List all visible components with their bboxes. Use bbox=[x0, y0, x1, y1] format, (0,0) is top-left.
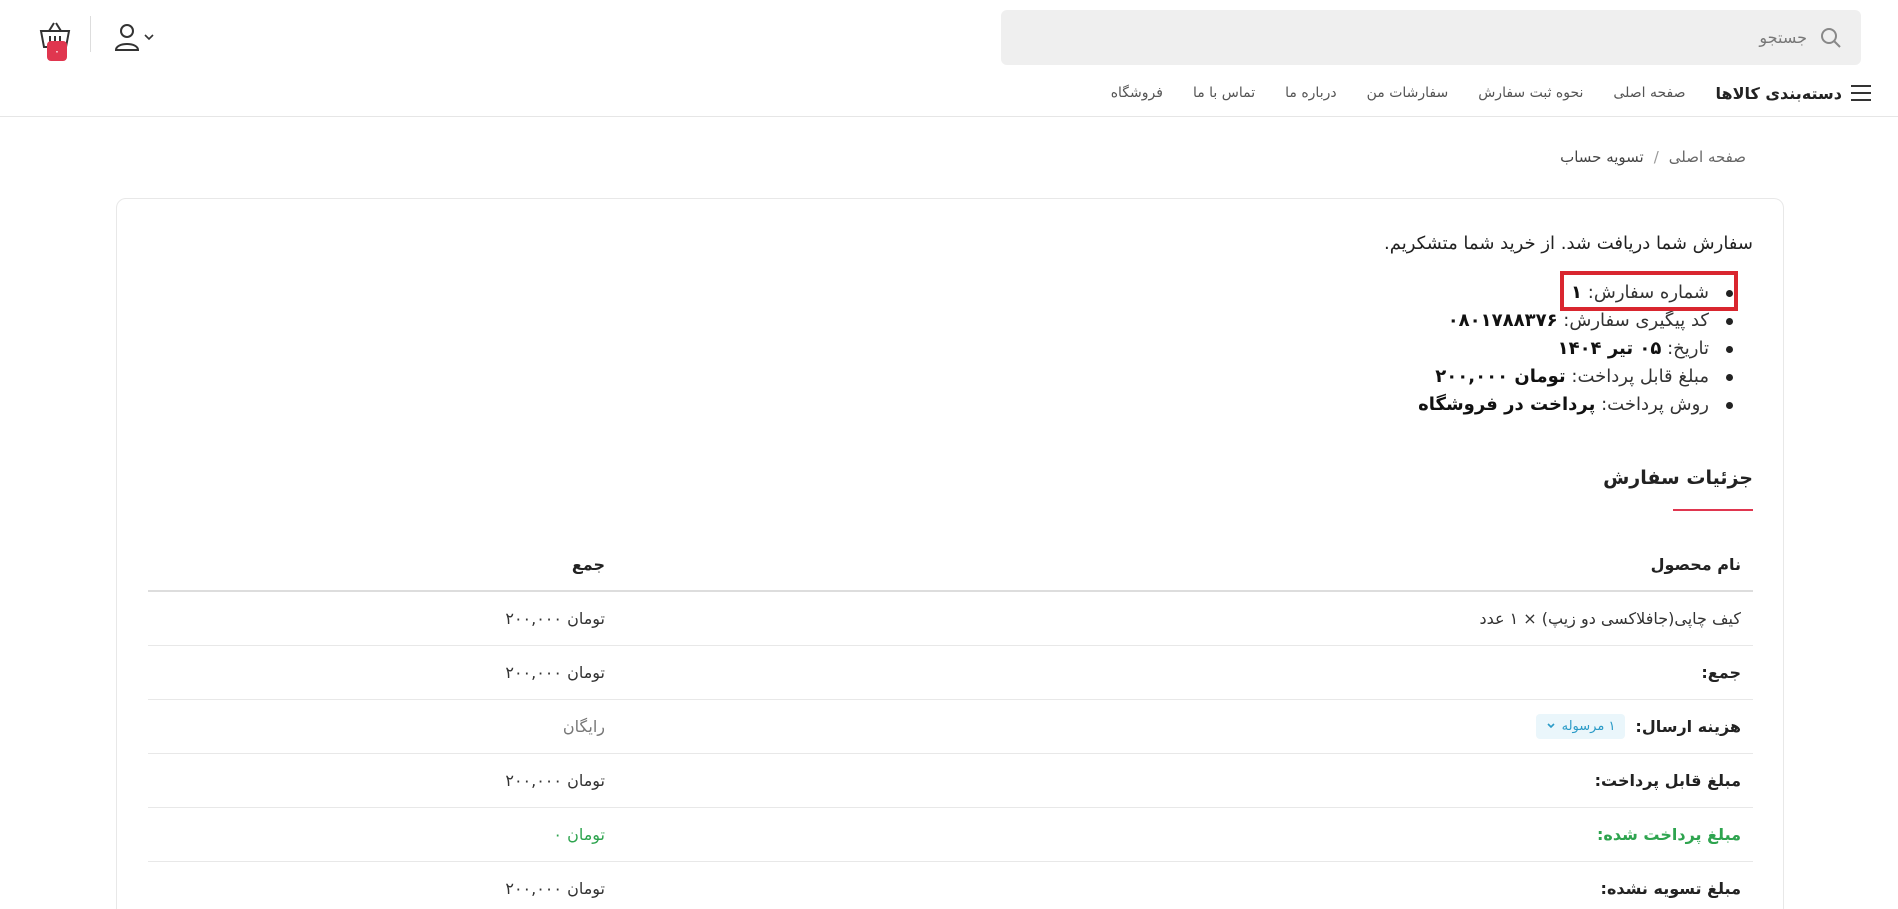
payment-method-label: روش پرداخت: bbox=[1601, 394, 1709, 415]
tracking-code-item: کد پیگیری سفارش: ۰۸۰۱۷۸۸۳۷۶ bbox=[1418, 307, 1733, 335]
paid-value: تومان ۰ bbox=[148, 807, 617, 862]
order-overview-list: شماره سفارش: ۱ کد پیگیری سفارش: ۰۸۰۱۷۸۸۳… bbox=[1418, 279, 1733, 419]
subtotal-label: جمع: bbox=[617, 645, 1753, 700]
order-date-label: تاریخ: bbox=[1667, 338, 1709, 359]
table-row: مبلغ تسویه نشده: تومان ۲۰۰,۰۰۰ bbox=[148, 861, 1753, 909]
order-thanks-message: سفارش شما دریافت شد. از خرید شما متشکریم… bbox=[1384, 233, 1753, 254]
nav-item-about[interactable]: درباره ما bbox=[1285, 85, 1336, 101]
cart-button[interactable]: ۰ bbox=[26, 20, 72, 66]
paid-label: مبلغ پرداخت شده: bbox=[617, 807, 1753, 862]
payment-method-item: روش پرداخت: پرداخت در فروشگاه bbox=[1418, 391, 1733, 419]
header-divider bbox=[90, 16, 91, 52]
search-placeholder: جستجو bbox=[1759, 28, 1807, 47]
payable-value: تومان ۲۰۰,۰۰۰ bbox=[148, 753, 617, 808]
payable-amount-label: مبلغ قابل پرداخت: bbox=[1571, 366, 1709, 387]
tracking-code-label: کد پیگیری سفارش: bbox=[1563, 310, 1709, 331]
cart-count-badge: ۰ bbox=[47, 41, 67, 61]
breadcrumb-separator: / bbox=[1653, 148, 1659, 166]
total-header: جمع bbox=[148, 539, 617, 592]
table-row: مبلغ قابل پرداخت: تومان ۲۰۰,۰۰۰ bbox=[148, 753, 1753, 808]
site-header: جستجو ۰ دسته‌بندی کالاها bbox=[0, 0, 1898, 117]
unpaid-label: مبلغ تسویه نشده: bbox=[617, 861, 1753, 909]
table-row: کیف چاپی(جافلاکسی دو زیپ) × ۱ عدد تومان … bbox=[148, 591, 1753, 646]
order-date-value: ۰۵ تیر ۱۴۰۴ bbox=[1557, 338, 1662, 359]
payable-label: مبلغ قابل پرداخت: bbox=[617, 753, 1753, 808]
nav-item-my-orders[interactable]: سفارشات من bbox=[1367, 85, 1449, 101]
user-icon[interactable] bbox=[113, 22, 141, 52]
table-header-row: نام محصول جمع bbox=[148, 539, 1753, 592]
user-menu-button[interactable] bbox=[113, 20, 161, 54]
shipping-packages-label: ۱ مرسوله bbox=[1561, 718, 1616, 734]
order-number-value: ۱ bbox=[1571, 282, 1583, 303]
order-details-table: نام محصول جمع کیف چاپی(جافلاکسی دو زیپ) … bbox=[148, 539, 1753, 909]
unpaid-value: تومان ۲۰۰,۰۰۰ bbox=[148, 861, 617, 909]
table-row: جمع: تومان ۲۰۰,۰۰۰ bbox=[148, 645, 1753, 700]
categories-menu[interactable]: دسته‌بندی کالاها bbox=[1715, 84, 1872, 103]
order-number-label: شماره سفارش: bbox=[1587, 282, 1709, 303]
search-icon[interactable] bbox=[1819, 26, 1843, 50]
nav-item-shop[interactable]: فروشگاه bbox=[1111, 85, 1163, 101]
title-underline bbox=[1673, 509, 1753, 511]
breadcrumb: صفحه اصلی / تسویه حساب bbox=[1560, 148, 1746, 166]
nav-item-home[interactable]: صفحه اصلی bbox=[1613, 85, 1685, 101]
order-received-card: سفارش شما دریافت شد. از خرید شما متشکریم… bbox=[116, 198, 1784, 909]
categories-label: دسته‌بندی کالاها bbox=[1715, 83, 1842, 103]
shipping-wrap: هزینه ارسال: ۱ مرسوله bbox=[629, 713, 1741, 739]
chevron-down-icon bbox=[1547, 723, 1555, 729]
shipping-packages-pill[interactable]: ۱ مرسوله bbox=[1535, 713, 1626, 739]
search-box[interactable]: جستجو bbox=[1001, 10, 1861, 65]
shipping-cell: هزینه ارسال: ۱ مرسوله bbox=[617, 699, 1753, 754]
table-row: هزینه ارسال: ۱ مرسوله رایگان bbox=[148, 699, 1753, 754]
product-total-cell: تومان ۲۰۰,۰۰۰ bbox=[148, 591, 617, 646]
shipping-value: رایگان bbox=[148, 699, 617, 754]
order-details-title: جزئیات سفارش bbox=[1603, 467, 1753, 489]
payable-amount-value: تومان ۲۰۰,۰۰۰ bbox=[1435, 366, 1566, 387]
payable-amount-item: مبلغ قابل پرداخت: تومان ۲۰۰,۰۰۰ bbox=[1418, 363, 1733, 391]
shipping-label: هزینه ارسال: bbox=[1635, 716, 1741, 736]
tracking-code-value: ۰۸۰۱۷۸۸۳۷۶ bbox=[1447, 310, 1558, 331]
breadcrumb-current: تسویه حساب bbox=[1560, 148, 1644, 166]
nav-item-contact[interactable]: تماس با ما bbox=[1193, 85, 1255, 101]
breadcrumb-home[interactable]: صفحه اصلی bbox=[1669, 148, 1746, 166]
chevron-down-icon[interactable] bbox=[143, 31, 155, 43]
subtotal-value: تومان ۲۰۰,۰۰۰ bbox=[148, 645, 617, 700]
nav-item-how-to-order[interactable]: نحوه ثبت سفارش bbox=[1478, 85, 1583, 101]
table-row: مبلغ پرداخت شده: تومان ۰ bbox=[148, 807, 1753, 862]
payment-method-value: پرداخت در فروشگاه bbox=[1418, 394, 1596, 415]
hamburger-icon[interactable] bbox=[1850, 84, 1872, 102]
order-date-item: تاریخ: ۰۵ تیر ۱۴۰۴ bbox=[1418, 335, 1733, 363]
order-number-item: شماره سفارش: ۱ bbox=[1418, 279, 1733, 307]
main-nav: دسته‌بندی کالاها صفحه اصلی نحوه ثبت سفار… bbox=[1111, 78, 1872, 108]
product-name-header: نام محصول bbox=[617, 539, 1753, 592]
product-name-cell[interactable]: کیف چاپی(جافلاکسی دو زیپ) × ۱ عدد bbox=[617, 591, 1753, 646]
